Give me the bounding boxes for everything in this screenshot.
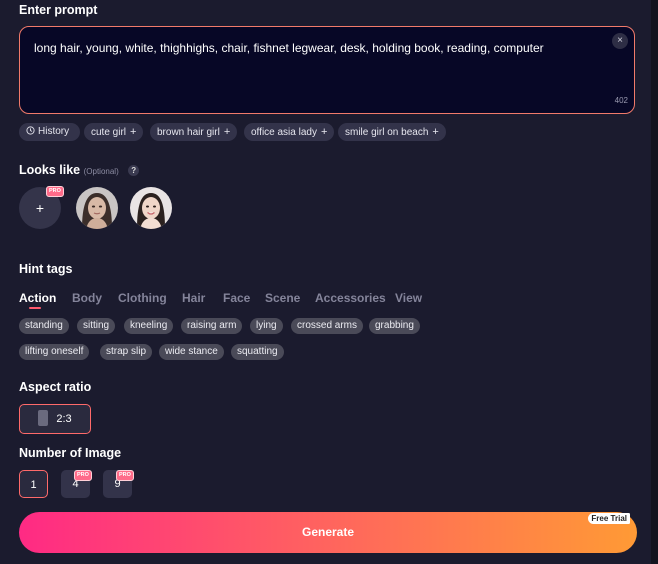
hint-tag[interactable]: crossed arms — [291, 318, 364, 334]
generator-panel: Enter prompt long hair, young, white, th… — [0, 0, 651, 564]
hint-tag[interactable]: squatting — [231, 344, 284, 360]
hint-tag[interactable]: raising arm — [181, 318, 243, 334]
hint-tag[interactable]: standing — [19, 318, 69, 334]
help-icon[interactable]: ? — [128, 165, 140, 176]
suggestion-label: brown hair girl — [157, 127, 220, 138]
aspect-ratio-title: Aspect ratio — [19, 380, 92, 394]
generate-label: Generate — [301, 525, 355, 539]
hint-tag[interactable]: lying — [250, 318, 283, 334]
suggestion-chip[interactable]: cute girl + — [84, 123, 144, 141]
active-tab-indicator — [29, 307, 41, 309]
ratio-shape-icon — [38, 410, 49, 426]
suggestion-chip[interactable]: office asia lady + — [244, 123, 335, 141]
hint-tag[interactable]: wide stance — [159, 344, 224, 360]
pro-badge: PRO — [116, 470, 134, 481]
tab-view[interactable]: View — [395, 291, 422, 305]
face-portrait-icon — [76, 187, 118, 229]
face-portrait-icon — [130, 187, 172, 229]
history-label: History — [38, 126, 70, 137]
plus-icon: + — [320, 126, 328, 138]
plus-icon: + — [223, 126, 231, 138]
clock-icon — [26, 126, 35, 135]
tab-clothing[interactable]: Clothing — [118, 291, 167, 305]
free-trial-badge: Free Trial — [588, 513, 630, 524]
tab-scene[interactable]: Scene — [265, 291, 300, 305]
pro-badge: PRO — [74, 470, 92, 481]
hint-tag[interactable]: grabbing — [369, 318, 420, 334]
pro-badge: PRO — [46, 186, 64, 197]
image-count-1[interactable]: 1 — [19, 470, 48, 498]
reference-face-2[interactable] — [130, 187, 172, 229]
hint-tags-title: Hint tags — [19, 262, 73, 276]
char-count: 402 — [614, 96, 628, 105]
looks-like-title: Looks like (Optional) ? — [19, 163, 140, 177]
prompt-text[interactable]: long hair, young, white, thighhighs, cha… — [34, 41, 544, 55]
history-button[interactable]: History — [19, 123, 80, 141]
tab-body[interactable]: Body — [72, 291, 102, 305]
hint-tag[interactable]: lifting oneself — [19, 344, 90, 360]
aspect-ratio-label: 2:3 — [56, 413, 72, 425]
suggestion-label: office asia lady — [251, 127, 317, 138]
number-of-image-title: Number of Image — [19, 446, 122, 460]
suggestion-label: cute girl — [91, 127, 127, 138]
scroll-gutter — [651, 0, 658, 564]
suggestion-chip[interactable]: smile girl on beach + — [338, 123, 446, 141]
suggestion-label: smile girl on beach — [345, 127, 429, 138]
aspect-ratio-option[interactable]: 2:3 — [19, 404, 91, 434]
clear-icon[interactable]: × — [612, 33, 628, 49]
suggestion-chip[interactable]: brown hair girl + — [150, 123, 238, 141]
generate-button[interactable]: Generate Free Trial — [19, 512, 637, 553]
reference-face-1[interactable] — [76, 187, 118, 229]
tab-action[interactable]: Action — [19, 291, 56, 305]
plus-icon: + — [432, 126, 439, 138]
optional-label: (Optional) — [83, 167, 119, 176]
hint-tag[interactable]: kneeling — [124, 318, 174, 334]
prompt-input[interactable]: long hair, young, white, thighhighs, cha… — [19, 26, 635, 114]
tab-accessories[interactable]: Accessories — [315, 291, 386, 305]
plus-icon: + — [130, 126, 137, 138]
hint-tag[interactable]: strap slip — [100, 344, 153, 360]
tab-face[interactable]: Face — [223, 291, 250, 305]
looks-like-label: Looks like — [19, 163, 81, 177]
hint-tag[interactable]: sitting — [77, 318, 116, 334]
prompt-title: Enter prompt — [19, 3, 98, 17]
tab-hair[interactable]: Hair — [182, 291, 205, 305]
